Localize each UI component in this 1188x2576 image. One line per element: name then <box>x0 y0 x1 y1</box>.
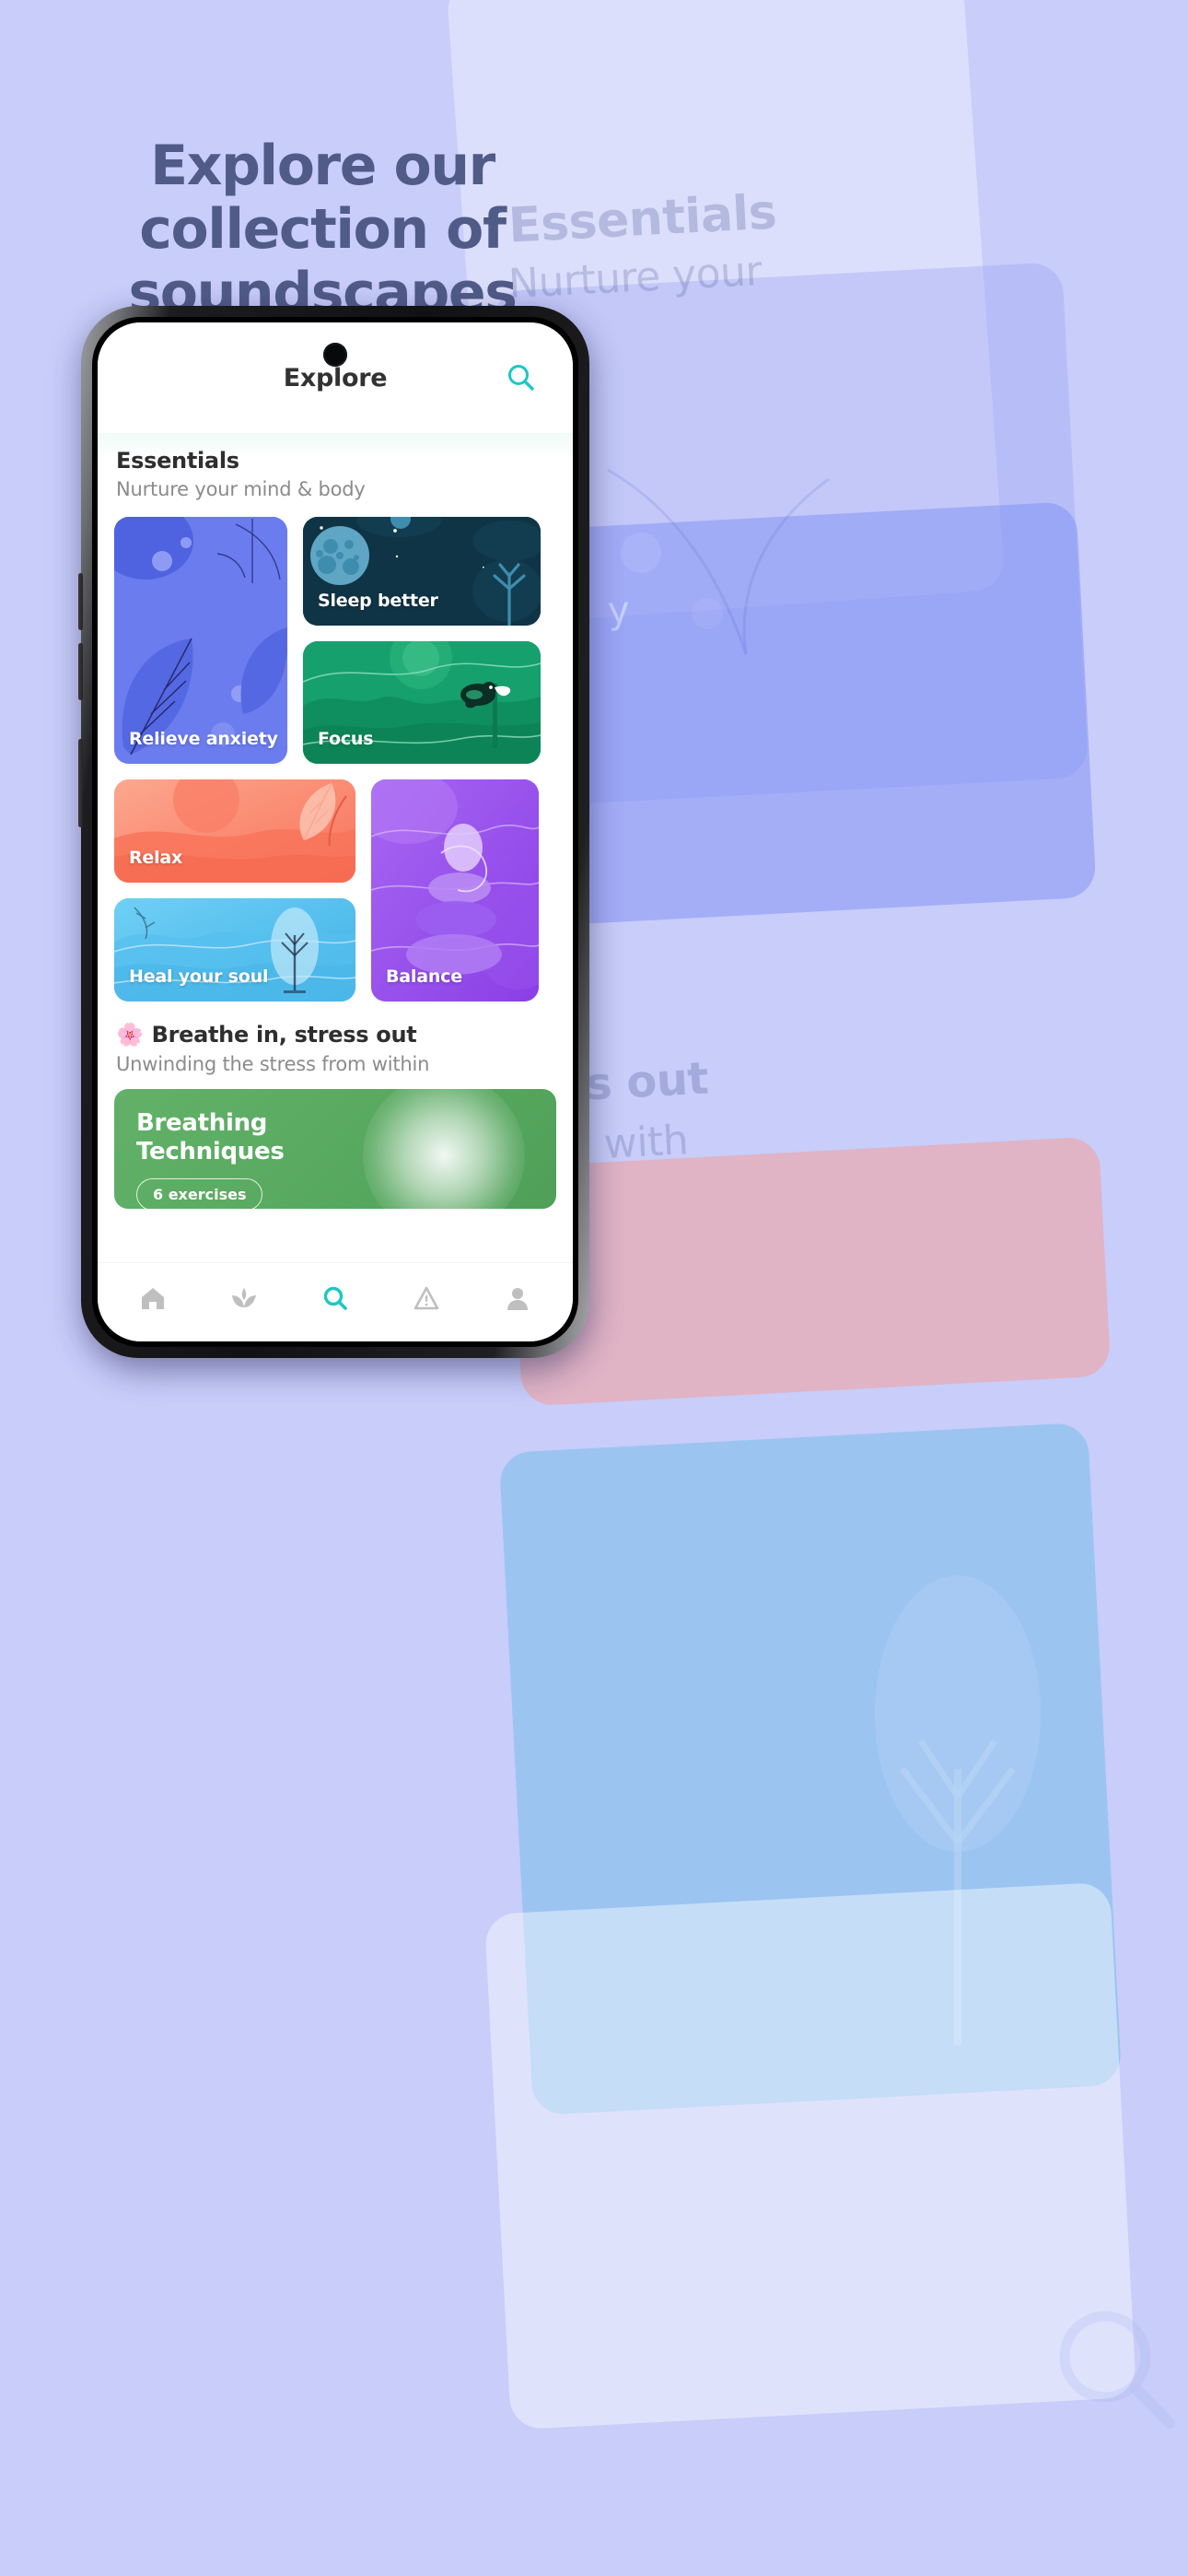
section-breathe-header: 🌸 Breathe in, stress out Unwinding the s… <box>114 1001 556 1077</box>
search-icon-decor <box>1059 2311 1175 2429</box>
card-label: Heal your soul <box>129 966 269 987</box>
breathing-title-line2: Techniques <box>136 1137 285 1165</box>
nav-item-insight[interactable] <box>400 1277 453 1319</box>
breathing-card-title: Breathing Techniques <box>136 1109 556 1165</box>
card-label: Relax <box>129 848 183 868</box>
search-icon <box>323 1286 347 1310</box>
ghost-card-coral <box>509 1136 1112 1407</box>
search-icon <box>508 365 534 391</box>
volume-up-button[interactable] <box>78 573 83 630</box>
tree-silhouette-decor <box>875 1575 1041 2045</box>
lotus-icon: 🌸 <box>116 1022 144 1048</box>
volume-down-button[interactable] <box>78 643 83 700</box>
card-balance[interactable]: Balance <box>371 779 539 1001</box>
anxiety-card-art <box>114 517 287 764</box>
leaf-icon <box>231 1287 256 1307</box>
nav-item-home[interactable] <box>126 1277 180 1319</box>
grid-row-2: Relax Heal your soul Balance <box>114 779 556 1001</box>
phone-screen: Explore Essentials Nurture your mind & b… <box>98 322 573 1341</box>
power-button[interactable] <box>78 739 83 827</box>
person-icon <box>507 1287 529 1310</box>
nav-item-grow[interactable] <box>217 1277 271 1319</box>
ghost-stress-out: s out <box>584 1052 710 1111</box>
grid-row-1: Relieve anxiety Sleep better Focus <box>114 517 556 764</box>
section-subtitle-breathe: Unwinding the stress from within <box>116 1053 430 1075</box>
app-content[interactable]: Essentials Nurture your mind & body Reli… <box>98 433 573 1262</box>
breathe-title-text: Breathe in, stress out <box>151 1022 417 1048</box>
card-focus[interactable]: Focus <box>303 641 541 764</box>
search-button[interactable] <box>501 357 542 398</box>
card-label: Sleep better <box>318 591 438 611</box>
card-label: Focus <box>318 729 374 749</box>
bottom-navigation <box>98 1262 573 1341</box>
phone-bezel: Explore Essentials Nurture your mind & b… <box>92 317 578 1347</box>
nav-item-explore[interactable] <box>309 1277 362 1319</box>
nav-item-profile[interactable] <box>491 1277 544 1319</box>
card-label: Relieve anxiety <box>129 729 278 749</box>
grid-col-left-2: Relax Heal your soul <box>114 779 355 1001</box>
page-title: Explore our collection of soundscapes <box>128 134 517 325</box>
front-camera <box>323 343 347 367</box>
essentials-grid: Relieve anxiety Sleep better Focus Relax… <box>114 517 556 1001</box>
card-heal-your-soul[interactable]: Heal your soul <box>114 898 355 1001</box>
card-label: Balance <box>386 966 462 987</box>
breathing-title-line1: Breathing <box>136 1109 268 1137</box>
grid-col-right: Sleep better Focus <box>303 517 541 764</box>
phone-frame: Explore Essentials Nurture your mind & b… <box>78 306 589 1358</box>
section-title-breathe: 🌸 Breathe in, stress out <box>116 1022 554 1048</box>
home-icon <box>141 1287 164 1309</box>
section-title: Essentials <box>116 448 239 474</box>
exercise-count-badge: 6 exercises <box>136 1178 263 1209</box>
app-header: Explore <box>98 322 573 433</box>
triangle-icon <box>413 1286 439 1309</box>
card-relieve-anxiety[interactable]: Relieve anxiety <box>114 517 287 764</box>
ghost-fragment-y: y <box>606 589 631 633</box>
phone-mockup: Explore Essentials Nurture your mind & b… <box>78 306 597 1371</box>
card-sleep-better[interactable]: Sleep better <box>303 517 541 626</box>
section-subtitle: Nurture your mind & body <box>116 478 366 500</box>
app-header-title: Explore <box>283 363 388 392</box>
section-essentials-header: Essentials Nurture your mind & body <box>114 433 556 504</box>
card-relax[interactable]: Relax <box>114 779 355 883</box>
card-breathing-techniques[interactable]: Breathing Techniques 6 exercises <box>114 1089 556 1209</box>
hero-section: Explore our collection of soundscapes <box>0 135 645 325</box>
